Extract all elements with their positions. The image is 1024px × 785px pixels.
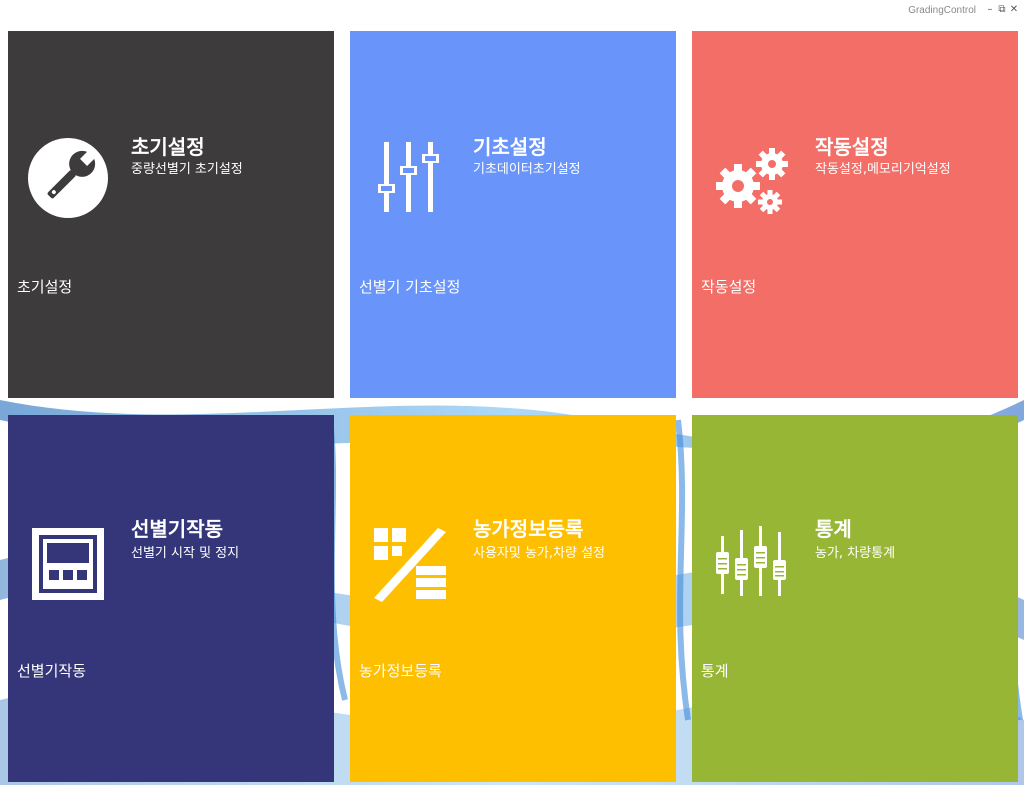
close-icon[interactable]: ✕: [1008, 3, 1020, 17]
sliders-icon: [378, 142, 439, 212]
control-panel-icon: [32, 528, 104, 600]
tile-subtitle: 선별기 시작 및 정지: [131, 546, 240, 561]
tile-heading: 초기설정: [131, 135, 205, 159]
tile-basic-settings[interactable]: 기초설정 기초데이터초기설정 선별기 기초설정: [350, 31, 676, 398]
tile-heading: 농가정보등록: [473, 517, 584, 541]
tile-heading: 통계: [815, 517, 852, 541]
tile-operation-settings[interactable]: 작동설정 작동설정,메모리기억설정 작동설정: [692, 31, 1018, 398]
tile-subtitle: 작동설정,메모리기억설정: [815, 162, 951, 177]
tile-footer-label: 선별기 기초설정: [359, 278, 461, 296]
restore-icon[interactable]: ⧉: [996, 3, 1008, 17]
tile-subtitle: 농가, 차량통계: [815, 546, 896, 561]
registration-icon: [374, 528, 446, 602]
tile-footer-label: 농가정보등록: [359, 662, 442, 680]
tile-farm-registration[interactable]: 농가정보등록 사용자및 농가,차량 설정 농가정보등록: [350, 415, 676, 782]
tile-footer-label: 선별기작동: [17, 662, 87, 680]
tile-initial-settings[interactable]: 초기설정 중량선별기 초기설정 초기설정: [8, 31, 334, 398]
tile-heading: 선별기작동: [131, 517, 223, 541]
tile-heading: 기초설정: [473, 135, 547, 159]
window-title: GradingControl: [908, 5, 976, 16]
tile-footer-label: 통계: [701, 662, 729, 680]
statistics-icon: [716, 526, 786, 596]
tile-subtitle: 사용자및 농가,차량 설정: [473, 546, 605, 561]
tile-footer-label: 작동설정: [701, 278, 757, 296]
tile-subtitle: 중량선별기 초기설정: [131, 162, 243, 177]
tile-footer-label: 초기설정: [17, 278, 73, 296]
tile-subtitle: 기초데이터초기설정: [473, 162, 581, 177]
tile-heading: 작동설정: [815, 135, 889, 159]
window-titlebar: GradingControl – ⧉ ✕: [0, 0, 1024, 22]
gears-icon: [716, 148, 788, 214]
tile-statistics[interactable]: 통계 농가, 차량통계 통계: [692, 415, 1018, 782]
wrench-icon: [28, 138, 108, 218]
minimize-icon[interactable]: –: [984, 3, 996, 17]
tile-sorter-operation[interactable]: 선별기작동 선별기 시작 및 정지 선별기작동: [8, 415, 334, 782]
